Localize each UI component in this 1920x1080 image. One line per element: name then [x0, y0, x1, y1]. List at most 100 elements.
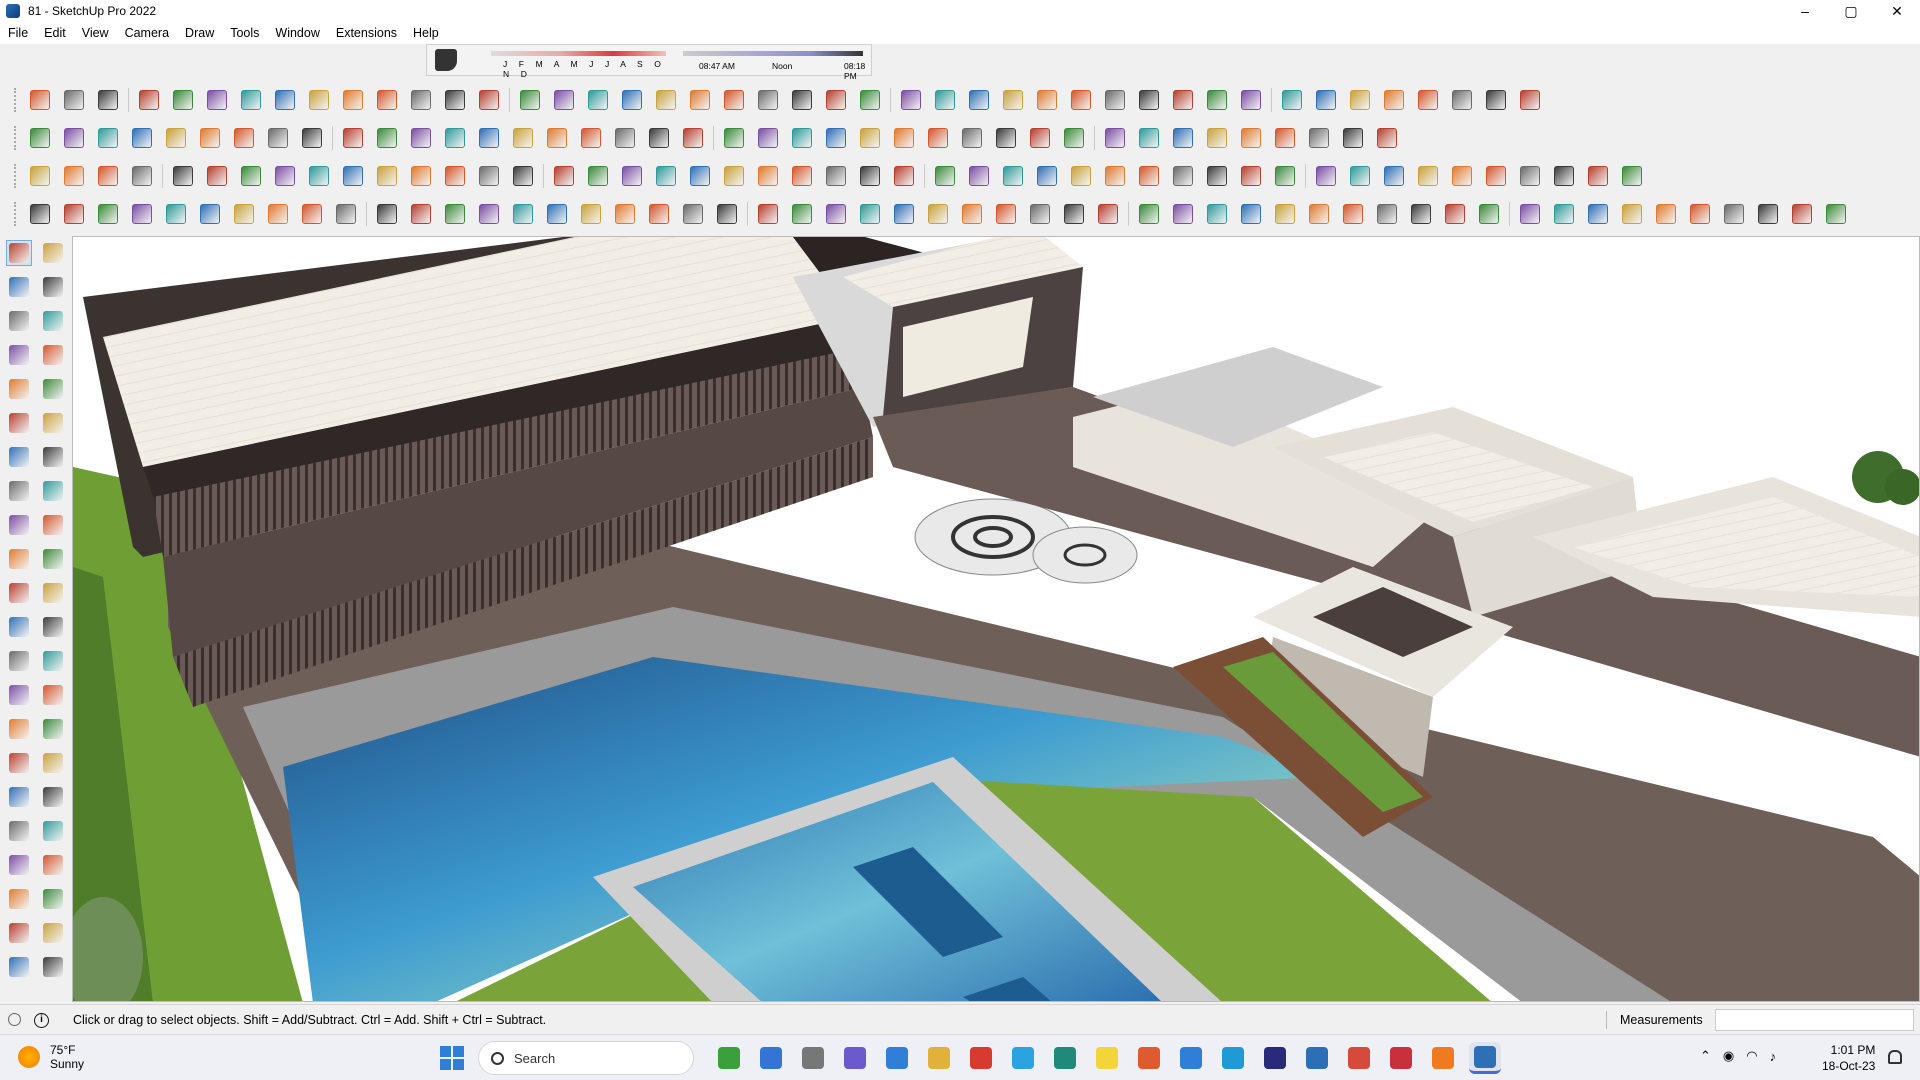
- row1-tool-18-icon[interactable]: [619, 87, 645, 113]
- row1-tool-11-icon[interactable]: [374, 87, 400, 113]
- row1-tool-4-icon[interactable]: [136, 87, 162, 113]
- row1-tool-38-icon[interactable]: [1313, 87, 1339, 113]
- row3-tool-19-icon[interactable]: [653, 163, 679, 189]
- left-tool-16-0-icon[interactable]: [6, 784, 32, 810]
- row4-tool-18-icon[interactable]: [612, 201, 638, 227]
- row1-tool-14-icon[interactable]: [476, 87, 502, 113]
- left-tool-13-1-icon[interactable]: [40, 682, 66, 708]
- left-tool-5-1-icon[interactable]: [40, 410, 66, 436]
- row1-tool-10-icon[interactable]: [340, 87, 366, 113]
- row2-tool-39-icon[interactable]: [1340, 125, 1366, 151]
- left-tool-19-1-icon[interactable]: [40, 886, 66, 912]
- row1-tool-28-icon[interactable]: [966, 87, 992, 113]
- row1-tool-16-icon[interactable]: [551, 87, 577, 113]
- row1-tool-44-icon[interactable]: [1517, 87, 1543, 113]
- row3-tool-16-icon[interactable]: [551, 163, 577, 189]
- row3-tool-26-icon[interactable]: [891, 163, 917, 189]
- row2-tool-26-icon[interactable]: [891, 125, 917, 151]
- row3-tool-41-icon[interactable]: [1415, 163, 1441, 189]
- notification-icon[interactable]: [1888, 1050, 1902, 1064]
- taskbar-app-14-icon[interactable]: [1259, 1042, 1291, 1074]
- left-tool-2-1-icon[interactable]: [40, 308, 66, 334]
- left-tool-6-0-icon[interactable]: [6, 444, 32, 470]
- row2-tool-21-icon[interactable]: [721, 125, 747, 151]
- row4-tool-47-icon[interactable]: [1619, 201, 1645, 227]
- row4-tool-30-icon[interactable]: [1027, 201, 1053, 227]
- row4-tool-11-icon[interactable]: [374, 201, 400, 227]
- geolocation-icon[interactable]: [8, 1013, 21, 1026]
- row1-tool-12-icon[interactable]: [408, 87, 434, 113]
- row1-tool-9-icon[interactable]: [306, 87, 332, 113]
- row2-tool-36-icon[interactable]: [1238, 125, 1264, 151]
- row4-tool-17-icon[interactable]: [578, 201, 604, 227]
- row4-tool-6-icon[interactable]: [197, 201, 223, 227]
- row2-tool-24-icon[interactable]: [823, 125, 849, 151]
- left-tool-0-1-icon[interactable]: [40, 240, 66, 266]
- row2-tool-32-icon[interactable]: [1102, 125, 1128, 151]
- row2-tool-30-icon[interactable]: [1027, 125, 1053, 151]
- volume-icon[interactable]: ♪: [1770, 1049, 1777, 1064]
- row4-tool-13-icon[interactable]: [442, 201, 468, 227]
- row4-tool-4-icon[interactable]: [129, 201, 155, 227]
- taskbar-app-9-icon[interactable]: [1049, 1042, 1081, 1074]
- row2-tool-40-icon[interactable]: [1374, 125, 1400, 151]
- row1-tool-25-icon[interactable]: [857, 87, 883, 113]
- row1-tool-30-icon[interactable]: [1034, 87, 1060, 113]
- row4-tool-52-icon[interactable]: [1789, 201, 1815, 227]
- left-tool-9-1-icon[interactable]: [40, 546, 66, 572]
- row4-tool-24-icon[interactable]: [823, 201, 849, 227]
- menu-extensions[interactable]: Extensions: [328, 26, 405, 40]
- left-tool-12-0-icon[interactable]: [6, 648, 32, 674]
- left-tool-4-0-icon[interactable]: [6, 376, 32, 402]
- row2-tool-31-icon[interactable]: [1061, 125, 1087, 151]
- row2-tool-16-icon[interactable]: [544, 125, 570, 151]
- taskbar-app-19-icon[interactable]: [1469, 1042, 1501, 1074]
- taskbar-app-10-icon[interactable]: [1091, 1042, 1123, 1074]
- row4-tool-25-icon[interactable]: [857, 201, 883, 227]
- left-tool-7-1-icon[interactable]: [40, 478, 66, 504]
- row3-tool-44-icon[interactable]: [1517, 163, 1543, 189]
- row3-tool-18-icon[interactable]: [619, 163, 645, 189]
- row1-tool-2-icon[interactable]: [61, 87, 87, 113]
- row1-tool-22-icon[interactable]: [755, 87, 781, 113]
- taskbar-app-11-icon[interactable]: [1133, 1042, 1165, 1074]
- shadow-time-slider[interactable]: 08:47 AM Noon 08:18 PM: [671, 47, 871, 81]
- shadow-toggle-icon[interactable]: [435, 49, 457, 71]
- row1-tool-15-icon[interactable]: [517, 87, 543, 113]
- row4-tool-40-icon[interactable]: [1374, 201, 1400, 227]
- taskbar-app-12-icon[interactable]: [1175, 1042, 1207, 1074]
- wifi-icon[interactable]: ◠: [1746, 1048, 1757, 1064]
- row1-tool-19-icon[interactable]: [653, 87, 679, 113]
- row4-tool-37-icon[interactable]: [1272, 201, 1298, 227]
- taskbar-app-15-icon[interactable]: [1301, 1042, 1333, 1074]
- row1-tool-23-icon[interactable]: [789, 87, 815, 113]
- row2-tool-37-icon[interactable]: [1272, 125, 1298, 151]
- row3-tool-29-icon[interactable]: [1000, 163, 1026, 189]
- left-tool-10-1-icon[interactable]: [40, 580, 66, 606]
- row2-tool-12-icon[interactable]: [408, 125, 434, 151]
- left-tool-19-0-icon[interactable]: [6, 886, 32, 912]
- row4-tool-41-icon[interactable]: [1408, 201, 1434, 227]
- row4-tool-35-icon[interactable]: [1204, 201, 1230, 227]
- row3-tool-24-icon[interactable]: [823, 163, 849, 189]
- info-icon[interactable]: i: [34, 1013, 49, 1028]
- row2-tool-38-icon[interactable]: [1306, 125, 1332, 151]
- model-viewport[interactable]: [72, 236, 1920, 1002]
- menu-tools[interactable]: Tools: [222, 26, 267, 40]
- row3-tool-40-icon[interactable]: [1381, 163, 1407, 189]
- row3-tool-25-icon[interactable]: [857, 163, 883, 189]
- row2-tool-8-icon[interactable]: [265, 125, 291, 151]
- menu-view[interactable]: View: [74, 26, 117, 40]
- row3-tool-33-icon[interactable]: [1136, 163, 1162, 189]
- row3-tool-17-icon[interactable]: [585, 163, 611, 189]
- left-tool-12-1-icon[interactable]: [40, 648, 66, 674]
- menu-draw[interactable]: Draw: [177, 26, 222, 40]
- left-tool-11-0-icon[interactable]: [6, 614, 32, 640]
- left-tool-15-0-icon[interactable]: [6, 750, 32, 776]
- row3-tool-35-icon[interactable]: [1204, 163, 1230, 189]
- row3-tool-32-icon[interactable]: [1102, 163, 1128, 189]
- row1-tool-13-icon[interactable]: [442, 87, 468, 113]
- left-tool-17-1-icon[interactable]: [40, 818, 66, 844]
- row2-tool-27-icon[interactable]: [925, 125, 951, 151]
- start-button[interactable]: [440, 1046, 464, 1070]
